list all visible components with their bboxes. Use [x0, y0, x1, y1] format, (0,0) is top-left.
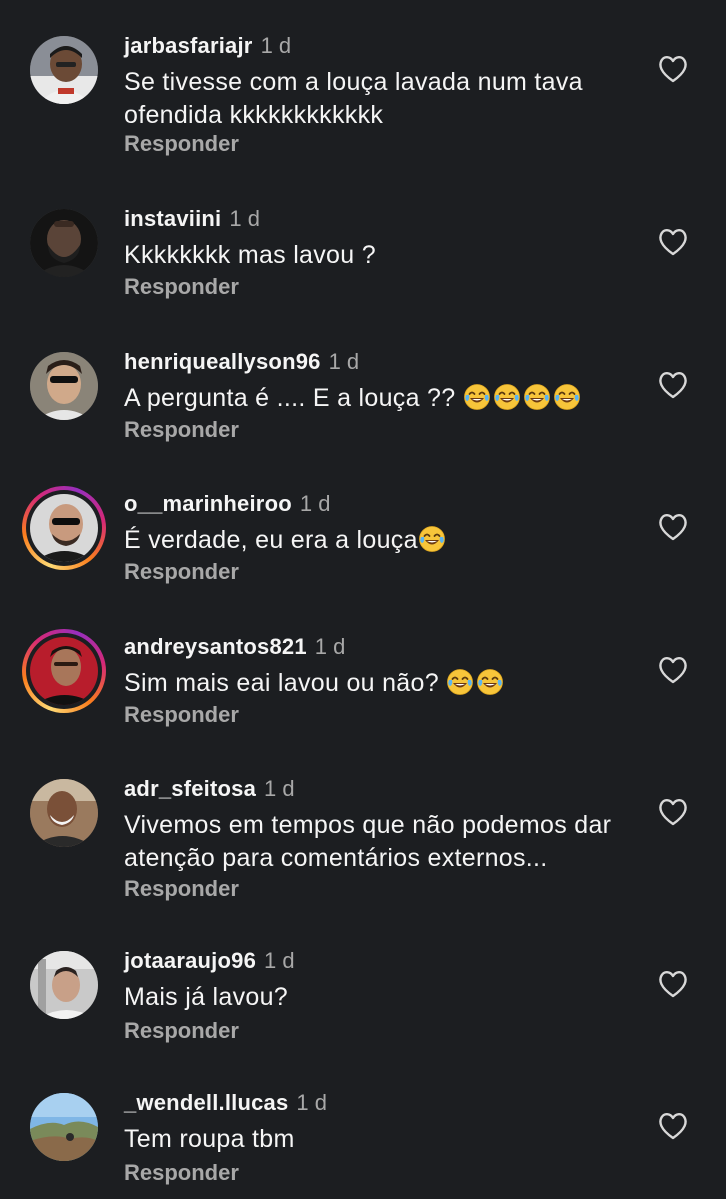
comment-time: 1 d — [328, 349, 360, 374]
reply-button[interactable]: Responder — [124, 416, 239, 444]
comment-username[interactable]: o__marinheiroo — [124, 491, 292, 516]
face-with-tears-of-joy-emoji — [476, 668, 504, 696]
comment-meta: adr_sfeitosa 1 d — [124, 775, 295, 803]
avatar[interactable] — [30, 779, 98, 847]
comment-text-content: Se tivesse com a louça lavada num tava o… — [124, 68, 583, 129]
like-button[interactable] — [657, 969, 689, 999]
comment-time: 1 d — [299, 491, 331, 516]
comment-meta: jarbasfariajr 1 d — [124, 32, 291, 60]
comment-meta: _wendell.llucas 1 d — [124, 1089, 327, 1117]
reply-button[interactable]: Responder — [124, 701, 239, 729]
avatar[interactable] — [30, 36, 98, 104]
comment-time: 1 d — [260, 33, 292, 58]
like-button[interactable] — [657, 512, 689, 542]
avatar-photo — [30, 494, 98, 562]
comment-username[interactable]: andreysantos821 — [124, 634, 307, 659]
avatar-photo — [30, 352, 98, 420]
reply-button[interactable]: Responder — [124, 130, 239, 158]
comment-meta: jotaaraujo96 1 d — [124, 947, 295, 975]
heart-outline-icon — [659, 513, 687, 541]
heart-outline-icon — [659, 228, 687, 256]
avatar-photo — [30, 36, 98, 104]
avatar-with-story-ring[interactable] — [22, 629, 106, 713]
face-with-tears-of-joy-emoji — [446, 668, 474, 696]
reply-button[interactable]: Responder — [124, 1159, 239, 1187]
like-button[interactable] — [657, 227, 689, 257]
face-with-tears-of-joy-emoji — [463, 383, 491, 411]
face-with-tears-of-joy-emoji — [553, 383, 581, 411]
comment-meta: o__marinheiroo 1 d — [124, 490, 330, 518]
avatar — [30, 494, 98, 562]
reply-button[interactable]: Responder — [124, 558, 239, 586]
avatar-photo — [30, 951, 98, 1019]
comment-meta: henriqueallyson96 1 d — [124, 348, 359, 376]
comment-text: Mais já lavou? — [124, 981, 634, 1014]
comment-text: A pergunta é .... E a louça ?? — [124, 382, 634, 415]
comment-time: 1 d — [229, 206, 260, 231]
comment-username[interactable]: _wendell.llucas — [124, 1090, 288, 1115]
comment-time: 1 d — [264, 948, 295, 973]
face-with-tears-of-joy-emoji — [523, 383, 551, 411]
avatar-photo — [30, 637, 98, 705]
reply-button[interactable]: Responder — [124, 1017, 239, 1045]
avatar-photo — [30, 779, 98, 847]
avatar-photo — [30, 1093, 98, 1161]
avatar-with-story-ring[interactable] — [22, 486, 106, 570]
avatar[interactable] — [30, 352, 98, 420]
comment-text: Se tivesse com a louça lavada num tava o… — [124, 66, 634, 132]
comment-text: Tem roupa tbm — [124, 1123, 634, 1156]
comment-text: Vivemos em tempos que não podemos dar at… — [124, 809, 634, 875]
heart-outline-icon — [659, 798, 687, 826]
comment-text-content: Kkkkkkkk mas lavou ? — [124, 241, 376, 269]
comment-text-content: Vivemos em tempos que não podemos dar at… — [124, 811, 612, 872]
comment-meta: instaviini 1 d — [124, 205, 260, 233]
avatar[interactable] — [30, 951, 98, 1019]
comment-username[interactable]: adr_sfeitosa — [124, 776, 256, 801]
comment-text: Sim mais eai lavou ou não? — [124, 667, 634, 700]
comment-text: É verdade, eu era a louça — [124, 524, 634, 557]
emoji-slot — [418, 526, 448, 554]
comment-text-content: Sim mais eai lavou ou não? — [124, 669, 447, 697]
face-with-tears-of-joy-emoji — [418, 525, 446, 553]
comment-time: 1 d — [296, 1090, 327, 1115]
comment-text: Kkkkkkkk mas lavou ? — [124, 239, 634, 272]
emoji-slot — [446, 669, 506, 697]
comment-username[interactable]: henriqueallyson96 — [124, 349, 321, 374]
comment-time: 1 d — [264, 776, 295, 801]
heart-outline-icon — [659, 656, 687, 684]
heart-outline-icon — [659, 1112, 687, 1140]
heart-outline-icon — [659, 970, 687, 998]
avatar[interactable] — [30, 209, 98, 277]
comment-username[interactable]: jotaaraujo96 — [124, 948, 256, 973]
avatar — [30, 637, 98, 705]
like-button[interactable] — [657, 1111, 689, 1141]
comment-text-content: A pergunta é .... E a louça ?? — [124, 384, 463, 412]
face-with-tears-of-joy-emoji — [493, 383, 521, 411]
reply-button[interactable]: Responder — [124, 273, 239, 301]
comment-text-content: É verdade, eu era a louça — [124, 526, 418, 554]
comment-text-content: Mais já lavou? — [124, 983, 289, 1011]
comment-username[interactable]: jarbasfariajr — [124, 33, 253, 58]
like-button[interactable] — [657, 655, 689, 685]
comment-text-content: Tem roupa tbm — [124, 1125, 295, 1153]
like-button[interactable] — [657, 797, 689, 827]
like-button[interactable] — [657, 54, 689, 84]
heart-outline-icon — [659, 371, 687, 399]
comment-username[interactable]: instaviini — [124, 206, 221, 231]
avatar-photo — [30, 209, 98, 277]
emoji-slot — [463, 384, 583, 412]
comment-time: 1 d — [314, 634, 346, 659]
reply-button[interactable]: Responder — [124, 875, 239, 903]
heart-outline-icon — [659, 55, 687, 83]
like-button[interactable] — [657, 370, 689, 400]
comment-meta: andreysantos821 1 d — [124, 633, 345, 661]
avatar[interactable] — [30, 1093, 98, 1161]
comments-list: jarbasfariajr 1 d Se tivesse com a louça … — [0, 0, 726, 1199]
